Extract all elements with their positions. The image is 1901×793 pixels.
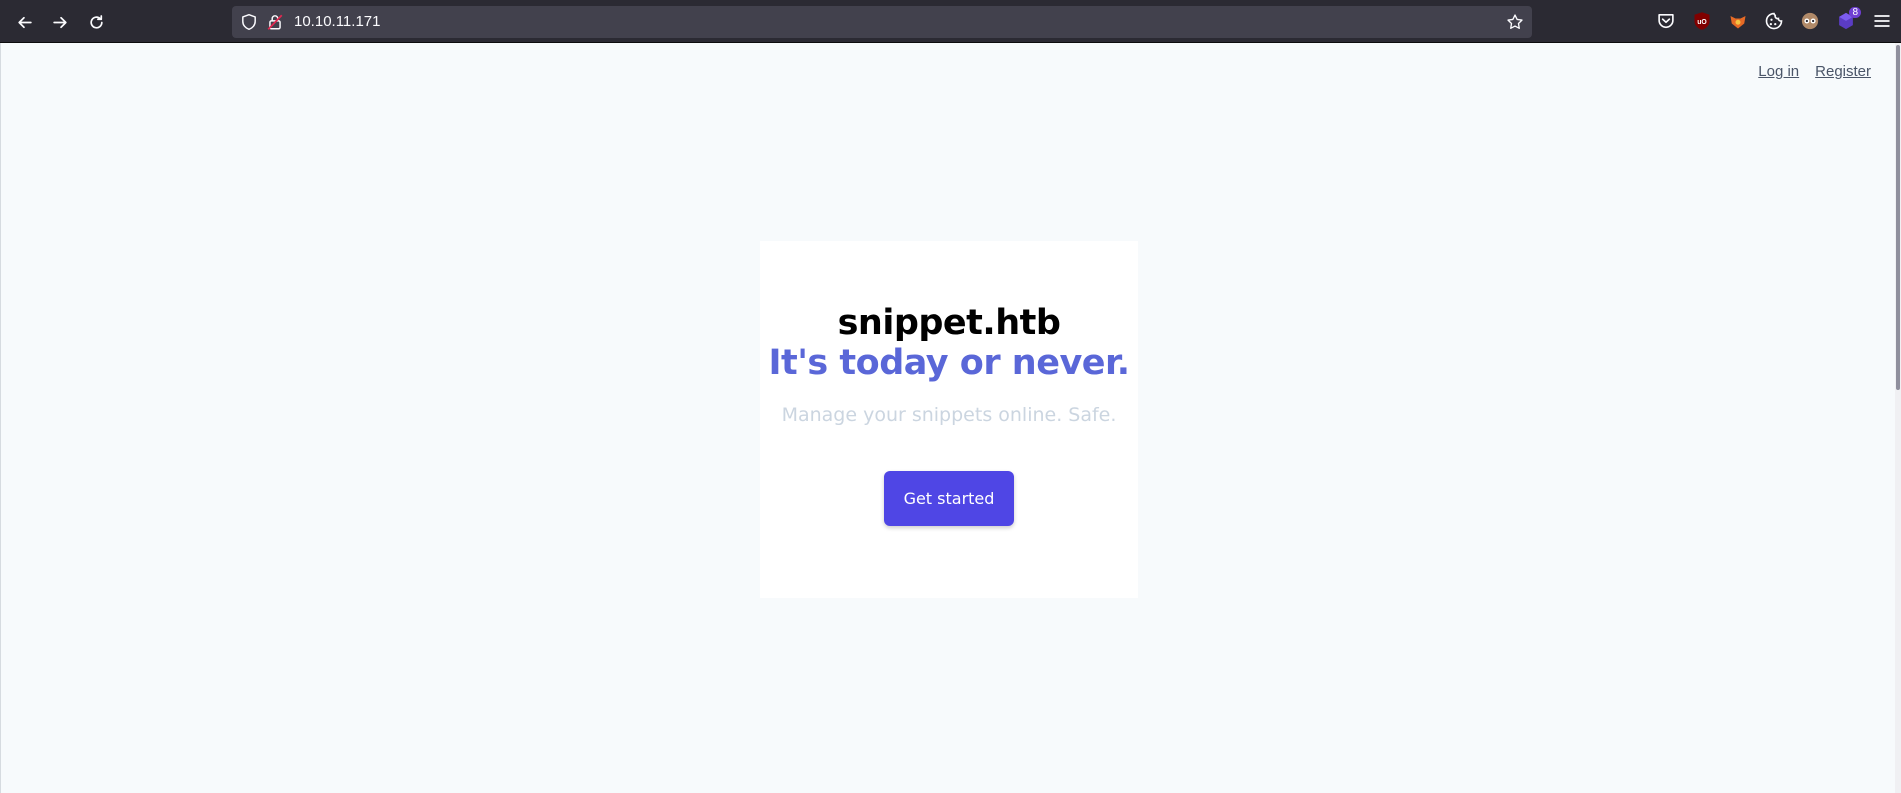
get-started-button[interactable]: Get started (884, 471, 1014, 526)
foxyproxy-button[interactable] (1727, 10, 1749, 32)
shield-icon[interactable] (240, 13, 258, 31)
slogan: It's today or never. (768, 343, 1130, 383)
auth-links: Log in Register (1758, 63, 1871, 80)
pocket-icon (1658, 13, 1674, 29)
ublock-icon: uO (1694, 12, 1710, 30)
lock-icon[interactable] (266, 13, 284, 31)
url-text[interactable]: 10.10.11.171 (294, 12, 380, 32)
wappalyzer-icon (1801, 12, 1819, 30)
bookmark-star-icon[interactable] (1506, 13, 1524, 31)
browser-toolbar: 10.10.11.171 uO 8 (0, 0, 1901, 43)
pocket-button[interactable] (1655, 10, 1677, 32)
svg-text:uO: uO (1697, 19, 1707, 26)
forward-button[interactable] (47, 9, 73, 35)
foxyproxy-icon (1730, 16, 1746, 29)
extension-badge: 8 (1849, 7, 1861, 18)
brand-title: snippet.htb (837, 303, 1061, 343)
cookie-button[interactable] (1763, 10, 1785, 32)
forward-icon (52, 16, 67, 28)
scrollbar-thumb[interactable] (1896, 45, 1900, 390)
back-button[interactable] (11, 9, 37, 35)
menu-icon (1874, 15, 1890, 27)
reload-button[interactable] (83, 9, 109, 35)
url-bar[interactable]: 10.10.11.171 (232, 6, 1532, 38)
hero-card: snippet.htb It's today or never. Manage … (760, 241, 1138, 598)
scrollbar[interactable] (1895, 43, 1901, 793)
register-link[interactable]: Register (1815, 63, 1871, 80)
page-viewport: Log in Register snippet.htb It's today o… (0, 43, 1901, 793)
back-icon (17, 16, 32, 28)
menu-button[interactable] (1871, 10, 1893, 32)
login-link[interactable]: Log in (1758, 63, 1799, 80)
cookie-icon (1765, 12, 1783, 30)
reload-icon (89, 14, 103, 29)
ublock-button[interactable]: uO (1691, 10, 1713, 32)
extension-button[interactable]: 8 (1835, 7, 1861, 32)
wappalyzer-button[interactable] (1799, 10, 1821, 32)
tagline: Manage your snippets online. Safe. (781, 404, 1117, 426)
